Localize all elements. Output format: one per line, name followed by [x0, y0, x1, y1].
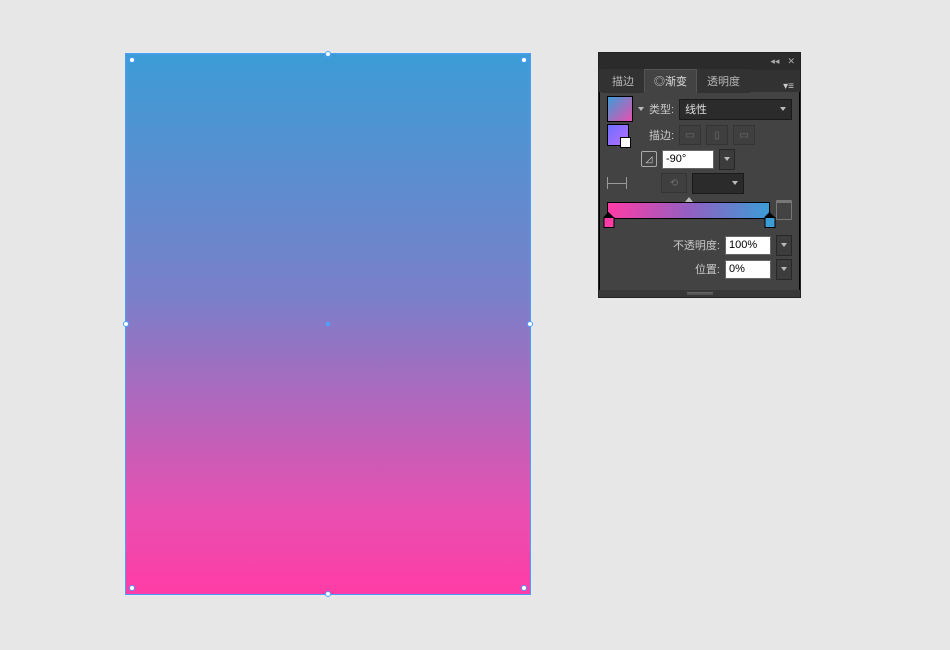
- selection-handle-bc[interactable]: [325, 591, 331, 597]
- opacity-label: 不透明度:: [673, 237, 720, 253]
- panel-tab-row: 描边 ◎渐变 透明度 ▾≡: [599, 70, 800, 92]
- selection-handle-tl[interactable]: [129, 57, 135, 63]
- selection-handle-tc[interactable]: [325, 51, 331, 57]
- selection-center-handle[interactable]: [326, 322, 330, 326]
- tab-transparency[interactable]: 透明度: [697, 69, 750, 93]
- position-field[interactable]: 0%: [725, 260, 771, 279]
- selection-handle-br[interactable]: [521, 585, 527, 591]
- gradient-type-value: 线性: [685, 101, 707, 117]
- opacity-dropdown[interactable]: [776, 235, 792, 256]
- angle-field[interactable]: -90°: [662, 150, 714, 169]
- position-dropdown[interactable]: [776, 259, 792, 280]
- panel-close-icon[interactable]: ✕: [787, 56, 795, 67]
- selection-handle-tr[interactable]: [521, 57, 527, 63]
- aspect-ratio-icon: [607, 177, 627, 189]
- angle-icon: ◿: [641, 151, 657, 167]
- position-label: 位置:: [695, 261, 720, 277]
- type-label: 类型:: [649, 101, 674, 117]
- opacity-field[interactable]: 100%: [725, 236, 771, 255]
- panel-titlebar: ◂◂ ✕: [599, 53, 800, 70]
- angle-dropdown[interactable]: [719, 149, 735, 170]
- gradient-ramp[interactable]: [607, 202, 770, 219]
- stroke-label: 描边:: [649, 127, 674, 143]
- selection-handle-mr[interactable]: [527, 321, 533, 327]
- gradient-midpoint-handle[interactable]: [685, 197, 693, 202]
- stroke-option-2-icon[interactable]: ▯: [706, 125, 728, 145]
- selection-handle-bl[interactable]: [129, 585, 135, 591]
- panel-menu-icon[interactable]: ▾≡: [777, 81, 800, 92]
- stroke-option-3-icon[interactable]: ▭: [733, 125, 755, 145]
- swatch-menu-caret-icon[interactable]: [638, 107, 644, 111]
- gradient-stop-0[interactable]: [604, 216, 613, 228]
- aspect-dropdown: [692, 173, 744, 194]
- gradient-panel: ◂◂ ✕ 描边 ◎渐变 透明度 ▾≡ 类型: 线性 描边: ▭ ▯ ▭: [598, 52, 801, 298]
- delete-stop-icon[interactable]: [776, 200, 792, 220]
- gradient-main-swatch[interactable]: [607, 96, 633, 122]
- aspect-lock-icon[interactable]: ⟲: [661, 173, 687, 193]
- selection-handle-ml[interactable]: [123, 321, 129, 327]
- selected-gradient-rectangle[interactable]: [126, 54, 530, 594]
- gradient-stop-1[interactable]: [765, 216, 774, 228]
- stroke-option-1-icon[interactable]: ▭: [679, 125, 701, 145]
- stroke-gradient-swatch[interactable]: [607, 124, 629, 146]
- panel-resize-grip[interactable]: [599, 290, 800, 297]
- panel-collapse-icon[interactable]: ◂◂: [770, 56, 779, 67]
- tab-gradient[interactable]: ◎渐变: [644, 69, 697, 93]
- dropdown-caret-icon: [780, 107, 786, 111]
- gradient-type-dropdown[interactable]: 线性: [679, 99, 792, 120]
- tab-stroke[interactable]: 描边: [602, 69, 644, 93]
